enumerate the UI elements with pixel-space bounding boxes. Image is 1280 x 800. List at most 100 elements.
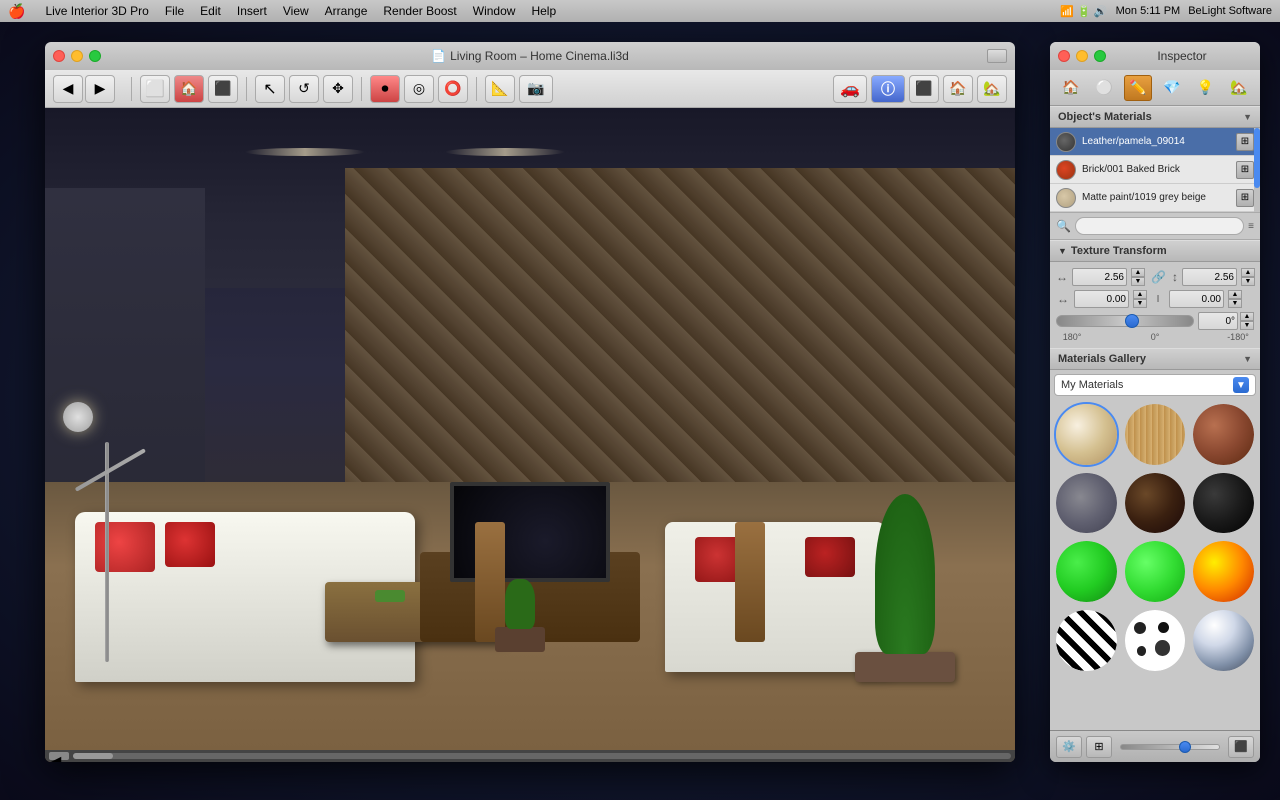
- scroll-thumb[interactable]: [73, 753, 113, 759]
- zoom-fit-btn[interactable]: ⬛: [1228, 736, 1254, 758]
- render-button[interactable]: ⭕: [438, 75, 468, 103]
- scale-x-down[interactable]: ▼: [1131, 277, 1145, 286]
- material-action-2[interactable]: ⊞: [1236, 161, 1254, 179]
- rotation-down[interactable]: ▼: [1240, 321, 1254, 330]
- tab-edit[interactable]: ✏️: [1124, 75, 1152, 101]
- menu-arrange[interactable]: Arrange: [325, 4, 368, 18]
- scale-x-up[interactable]: ▲: [1131, 268, 1145, 277]
- tv-screen: [450, 482, 610, 582]
- link-icon[interactable]: 🔗: [1149, 270, 1168, 284]
- rotation-input[interactable]: [1198, 312, 1238, 330]
- material-action-3[interactable]: ⊞: [1236, 189, 1254, 207]
- iso-view-button[interactable]: 🏠: [943, 75, 973, 103]
- bottom-action-btn[interactable]: ⊞: [1086, 736, 1112, 758]
- gallery-item-chrome[interactable]: [1191, 608, 1256, 673]
- rotation-slider-thumb[interactable]: [1125, 314, 1139, 328]
- screenshot-button[interactable]: 📷: [519, 75, 553, 103]
- material-item-3[interactable]: Matte paint/1019 grey beige ⊞: [1050, 184, 1260, 212]
- walkthrough-button[interactable]: ⬛: [208, 75, 238, 103]
- pan-tool[interactable]: ✥: [323, 75, 353, 103]
- top-view-button[interactable]: ⬛: [909, 75, 939, 103]
- select-tool[interactable]: ↖: [255, 75, 285, 103]
- gallery-item-green[interactable]: [1054, 539, 1119, 604]
- offset-x-input[interactable]: 0.00: [1074, 290, 1129, 308]
- maximize-button[interactable]: [89, 50, 101, 62]
- gear-button[interactable]: ⚙️: [1056, 736, 1082, 758]
- minimize-button[interactable]: [71, 50, 83, 62]
- gallery-item-cream[interactable]: [1054, 402, 1119, 467]
- materials-scrollbar-thumb[interactable]: [1254, 128, 1260, 188]
- search-menu-btn[interactable]: ≡: [1248, 221, 1254, 232]
- material-name-2: Brick/001 Baked Brick: [1082, 164, 1232, 175]
- rotation-up[interactable]: ▲: [1240, 312, 1254, 321]
- menu-file[interactable]: File: [165, 4, 184, 18]
- menu-insert[interactable]: Insert: [237, 4, 267, 18]
- forward-button[interactable]: ▶: [85, 75, 115, 103]
- back-button[interactable]: ◀: [53, 75, 83, 103]
- offset-y-down[interactable]: ▼: [1228, 299, 1242, 308]
- offset-y-stepper: ▲ ▼: [1228, 290, 1242, 308]
- material-action-1[interactable]: ⊞: [1236, 133, 1254, 151]
- gallery-item-dark-wood[interactable]: [1123, 471, 1188, 536]
- zoom-slider-thumb[interactable]: [1179, 741, 1191, 753]
- close-button[interactable]: [53, 50, 65, 62]
- panorama-button[interactable]: ◎: [404, 75, 434, 103]
- menu-window[interactable]: Window: [473, 4, 516, 18]
- tab-light[interactable]: 💡: [1191, 75, 1219, 101]
- menu-edit[interactable]: Edit: [200, 4, 221, 18]
- zoom-slider-track[interactable]: [1120, 744, 1220, 750]
- inspector-close[interactable]: [1058, 50, 1070, 62]
- gallery-item-black[interactable]: [1191, 471, 1256, 536]
- tab-material[interactable]: ⚪: [1090, 75, 1118, 101]
- home-view-button[interactable]: 🏡: [977, 75, 1007, 103]
- offset-x-down[interactable]: ▼: [1133, 299, 1147, 308]
- tab-room[interactable]: 🏠: [1057, 75, 1085, 101]
- rotation-slider-track[interactable]: [1056, 315, 1194, 327]
- nav-buttons: ◀ ▶: [53, 75, 115, 103]
- gallery-grid: [1054, 402, 1256, 673]
- gallery-item-wood-light[interactable]: [1123, 402, 1188, 467]
- record-button[interactable]: ⏺: [370, 75, 400, 103]
- viewport-scrollbar[interactable]: ◀: [45, 750, 1015, 762]
- inspector-minimize[interactable]: [1076, 50, 1088, 62]
- info-button[interactable]: ⓘ: [871, 75, 905, 103]
- offset-x-up[interactable]: ▲: [1133, 290, 1147, 299]
- gallery-item-brick[interactable]: [1191, 402, 1256, 467]
- inspector-maximize[interactable]: [1094, 50, 1106, 62]
- gallery-item-bright-green[interactable]: [1123, 539, 1188, 604]
- gallery-item-stone[interactable]: [1054, 471, 1119, 536]
- tab-render[interactable]: 💎: [1158, 75, 1186, 101]
- scale-x-input[interactable]: 2.56: [1072, 268, 1127, 286]
- floor-plan-button[interactable]: ⬜: [140, 75, 170, 103]
- offset-y-input[interactable]: 0.00: [1169, 290, 1224, 308]
- rotation-label-right: -180°: [1224, 332, 1252, 342]
- 3d-view-button[interactable]: 🏠: [174, 75, 204, 103]
- gallery-item-zebra[interactable]: [1054, 608, 1119, 673]
- scroll-left-btn[interactable]: ◀: [49, 752, 69, 760]
- scale-y-input[interactable]: 2.56: [1182, 268, 1237, 286]
- menu-app-name[interactable]: Live Interior 3D Pro: [45, 4, 148, 18]
- menu-render-boost[interactable]: Render Boost: [383, 4, 456, 18]
- tab-object[interactable]: 🏡: [1225, 75, 1253, 101]
- rotation-slider-row: ▲ ▼: [1056, 312, 1254, 330]
- window-titlebar: 📄 Living Room – Home Cinema.li3d: [45, 42, 1015, 70]
- gallery-item-fire[interactable]: [1191, 539, 1256, 604]
- scale-x-label: ↔: [1056, 270, 1068, 284]
- scale-y-down[interactable]: ▼: [1241, 277, 1255, 286]
- 3d-viewport[interactable]: ◀: [45, 108, 1015, 762]
- materials-gallery-dropdown[interactable]: My Materials ▼: [1054, 374, 1256, 396]
- apple-menu-icon[interactable]: 🍎: [8, 3, 25, 20]
- menu-status-icons: 📶 🔋 🔊: [1060, 5, 1107, 18]
- material-item-2[interactable]: Brick/001 Baked Brick ⊞: [1050, 156, 1260, 184]
- menu-view[interactable]: View: [283, 4, 309, 18]
- measure-button[interactable]: 📐: [485, 75, 515, 103]
- offset-y-up[interactable]: ▲: [1228, 290, 1242, 299]
- camera-button[interactable]: 🚗: [833, 75, 867, 103]
- gallery-item-spots[interactable]: [1123, 608, 1188, 673]
- rotate-tool[interactable]: ↺: [289, 75, 319, 103]
- search-input[interactable]: [1075, 217, 1244, 235]
- material-item-1[interactable]: Leather/pamela_09014 ⊞: [1050, 128, 1260, 156]
- menu-help[interactable]: Help: [531, 4, 556, 18]
- window-resize-btn[interactable]: [987, 49, 1007, 63]
- scale-y-up[interactable]: ▲: [1241, 268, 1255, 277]
